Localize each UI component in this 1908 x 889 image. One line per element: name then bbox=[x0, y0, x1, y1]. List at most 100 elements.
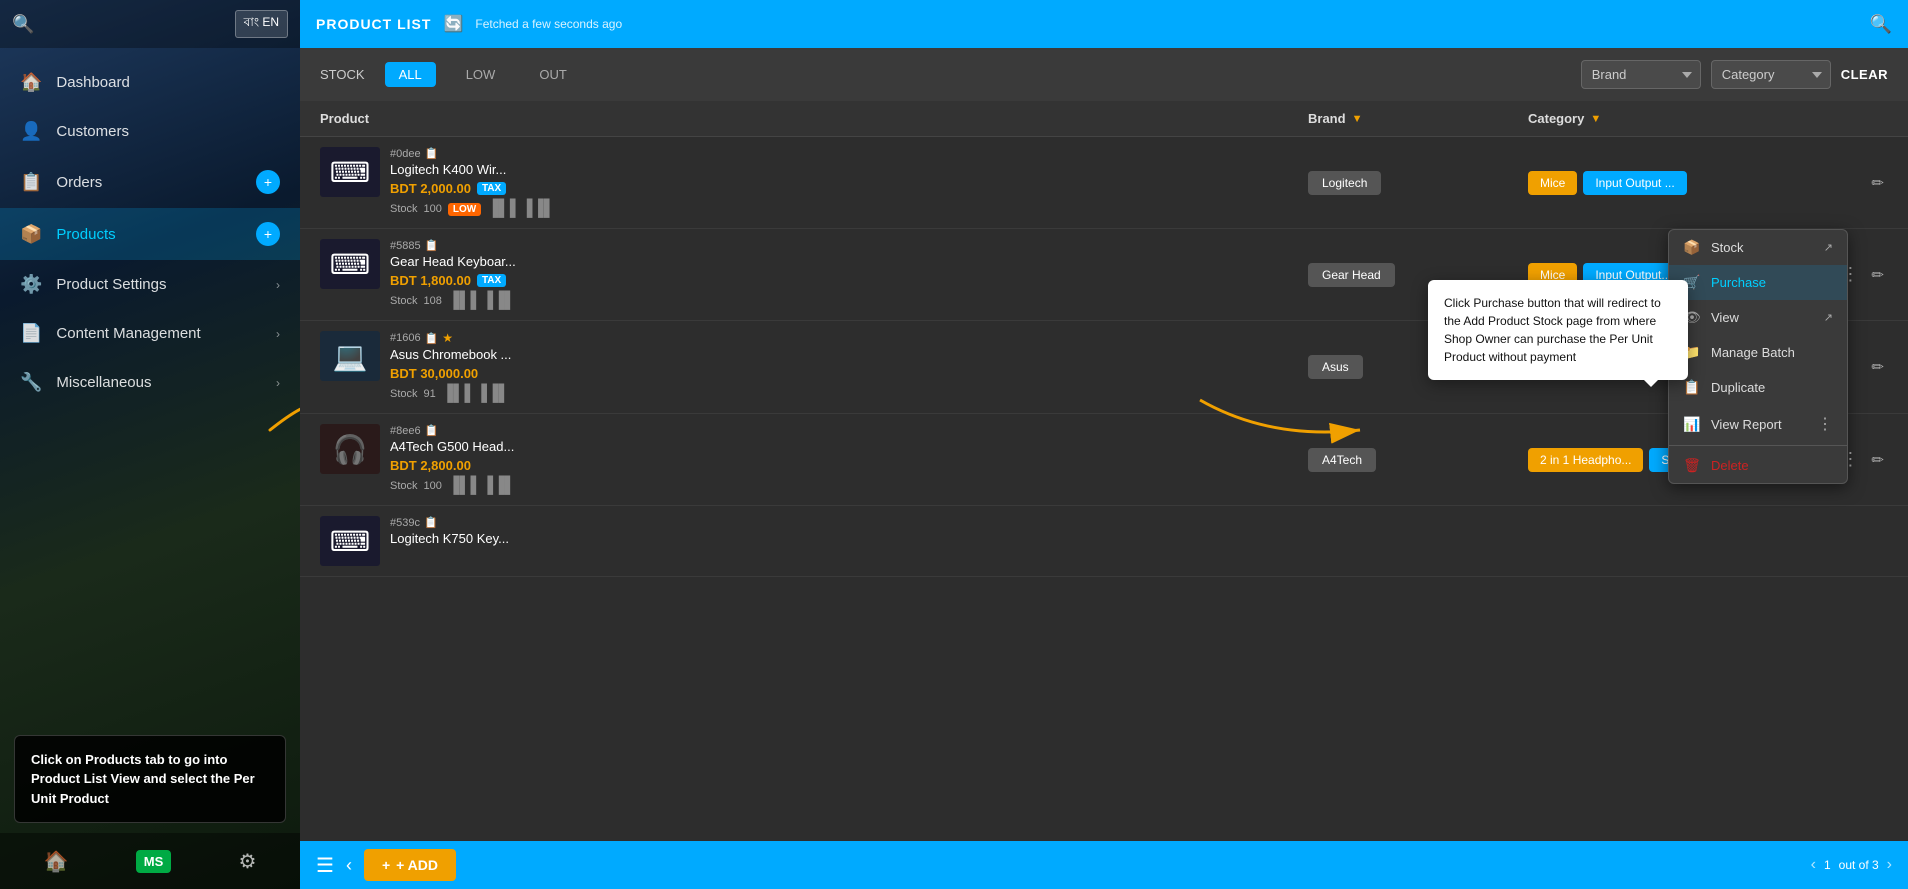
star-icon-2: ★ bbox=[442, 331, 453, 345]
page-total: out of 3 bbox=[1839, 858, 1879, 872]
copy-icon-2[interactable]: 📋 bbox=[425, 332, 439, 345]
filter-dropdowns: Brand Category CLEAR bbox=[1581, 60, 1888, 89]
home-bottom-icon[interactable]: 🏠 bbox=[44, 849, 69, 874]
sidebar-item-products[interactable]: 📦 Products + bbox=[0, 208, 300, 260]
ctx-stock[interactable]: 📦 Stock ↗ bbox=[1669, 230, 1847, 265]
product-thumb-1: ⌨ bbox=[320, 239, 380, 289]
copy-icon-1[interactable]: 📋 bbox=[425, 239, 439, 252]
sidebar-item-content-management[interactable]: 📄 Content Management › bbox=[0, 309, 300, 358]
table-row: ⌨ #0dee 📋 Logitech K400 Wir... BDT 2,000… bbox=[300, 137, 1908, 229]
col-product: Product bbox=[320, 111, 1308, 126]
product-sku-0: #0dee 📋 bbox=[390, 147, 555, 160]
ctx-view[interactable]: 👁 View ↗ bbox=[1669, 300, 1847, 335]
ctx-manage-batch[interactable]: 📁 Manage Batch bbox=[1669, 335, 1847, 370]
stock-info-2: Stock 91 ▐▌▌▐▐▌ bbox=[390, 385, 511, 403]
back-button[interactable]: ‹ bbox=[346, 855, 352, 876]
language-button[interactable]: বাং EN bbox=[235, 10, 288, 38]
stock-label: STOCK bbox=[320, 67, 365, 82]
sidebar-top: 🔍 বাং EN bbox=[0, 0, 300, 48]
edit-button-0[interactable]: ✏ bbox=[1867, 170, 1888, 196]
products-add-button[interactable]: + bbox=[256, 222, 280, 246]
col-category: Category ▼ bbox=[1528, 111, 1828, 126]
sidebar-item-customers[interactable]: 👤 Customers bbox=[0, 107, 300, 156]
barcode-icon-1: ▐▌▌▐▐▌ bbox=[448, 292, 516, 310]
sidebar-item-miscellaneous[interactable]: 🔧 Miscellaneous › bbox=[0, 358, 300, 407]
col-actions bbox=[1828, 111, 1888, 126]
category-cell-0: Mice Input Output ... bbox=[1528, 171, 1828, 195]
external-link-icon: ↗ bbox=[1824, 241, 1833, 254]
product-settings-icon: ⚙️ bbox=[20, 274, 42, 295]
ctx-duplicate[interactable]: 📋 Duplicate bbox=[1669, 370, 1847, 405]
bottombar: ☰ ‹ + + ADD ‹ 1 out of 3 › bbox=[300, 841, 1908, 889]
copy-icon-3[interactable]: 📋 bbox=[425, 424, 439, 437]
product-name-4: Logitech K750 Key... bbox=[390, 531, 509, 546]
brand-tag-0: Logitech bbox=[1308, 171, 1381, 195]
brand-cell-3: A4Tech bbox=[1308, 448, 1528, 472]
edit-button-1[interactable]: ✏ bbox=[1867, 262, 1888, 288]
row-actions-0: ✏ bbox=[1828, 170, 1888, 196]
settings-bottom-icon[interactable]: ⚙ bbox=[238, 849, 256, 874]
pagination: ‹ 1 out of 3 › bbox=[1811, 856, 1892, 874]
product-name-3: A4Tech G500 Head... bbox=[390, 439, 516, 454]
add-icon: + bbox=[382, 857, 390, 873]
category-filter-icon[interactable]: ▼ bbox=[1590, 113, 1601, 125]
brand-filter-icon[interactable]: ▼ bbox=[1352, 113, 1363, 125]
ctx-view-report[interactable]: 📊 View Report ⋮ bbox=[1669, 405, 1847, 443]
product-info-0: #0dee 📋 Logitech K400 Wir... BDT 2,000.0… bbox=[390, 147, 555, 218]
sidebar-item-dashboard[interactable]: 🏠 Dashboard bbox=[0, 58, 300, 107]
table-header: Product Brand ▼ Category ▼ bbox=[300, 101, 1908, 137]
copy-icon-4[interactable]: 📋 bbox=[424, 516, 438, 529]
barcode-icon-0: ▐▌▌▐▐▌ bbox=[487, 200, 555, 218]
sidebar-tooltip: Click on Products tab to go into Product… bbox=[14, 735, 286, 824]
sidebar-item-orders[interactable]: 📋 Orders + bbox=[0, 156, 300, 208]
purchase-tooltip: Click Purchase button that will redirect… bbox=[1428, 280, 1688, 380]
edit-button-3[interactable]: ✏ bbox=[1867, 447, 1888, 473]
prev-page-button[interactable]: ‹ bbox=[1811, 856, 1816, 874]
products-icon: 📦 bbox=[20, 224, 42, 245]
sidebar-item-product-settings[interactable]: ⚙️ Product Settings › bbox=[0, 260, 300, 309]
low-badge-0: LOW bbox=[448, 203, 481, 216]
category-filter-select[interactable]: Category bbox=[1711, 60, 1831, 89]
copy-icon-0[interactable]: 📋 bbox=[425, 147, 439, 160]
brand-tag-3: A4Tech bbox=[1308, 448, 1376, 472]
orders-add-button[interactable]: + bbox=[256, 170, 280, 194]
edit-button-2[interactable]: ✏ bbox=[1867, 354, 1888, 380]
product-info-4: #539c 📋 Logitech K750 Key... bbox=[390, 516, 509, 546]
ctx-divider bbox=[1669, 445, 1847, 446]
clear-button[interactable]: CLEAR bbox=[1841, 67, 1888, 82]
product-info-3: #8ee6 📋 A4Tech G500 Head... BDT 2,800.00… bbox=[390, 424, 516, 495]
ctx-purchase[interactable]: 🛒 Purchase bbox=[1669, 265, 1847, 300]
next-page-button[interactable]: › bbox=[1887, 856, 1892, 874]
add-product-button[interactable]: + + ADD bbox=[364, 849, 456, 881]
customers-icon: 👤 bbox=[20, 121, 42, 142]
product-name-2: Asus Chromebook ... bbox=[390, 347, 511, 362]
sidebar-bottom: 🏠 MS ⚙ bbox=[0, 833, 300, 889]
sidebar-item-label-misc: Miscellaneous bbox=[56, 374, 262, 391]
refresh-icon[interactable]: 🔄 bbox=[443, 14, 463, 34]
chevron-right-icon-2: › bbox=[276, 327, 280, 341]
stock-out-button[interactable]: OUT bbox=[525, 62, 580, 87]
stock-all-btn[interactable]: ALL bbox=[385, 62, 436, 87]
sidebar-item-label-orders: Orders bbox=[56, 174, 242, 191]
chevron-right-icon: › bbox=[276, 278, 280, 292]
ctx-duplicate-label: Duplicate bbox=[1711, 380, 1765, 395]
ms-button[interactable]: MS bbox=[136, 850, 172, 873]
brand-filter-select[interactable]: Brand bbox=[1581, 60, 1701, 89]
brand-cell-0: Logitech bbox=[1308, 171, 1528, 195]
misc-icon: 🔧 bbox=[20, 372, 42, 393]
stock-info-1: Stock 108 ▐▌▌▐▐▌ bbox=[390, 292, 516, 310]
topbar: PRODUCT LIST 🔄 Fetched a few seconds ago… bbox=[300, 0, 1908, 48]
stock-low-button[interactable]: LOW bbox=[452, 62, 510, 87]
fetched-timestamp: Fetched a few seconds ago bbox=[475, 17, 622, 31]
hamburger-menu-button[interactable]: ☰ bbox=[316, 853, 334, 878]
external-link-icon-2: ↗ bbox=[1824, 311, 1833, 324]
add-label: + ADD bbox=[396, 857, 438, 873]
search-icon[interactable]: 🔍 bbox=[1870, 14, 1892, 35]
report-ctx-icon: 📊 bbox=[1683, 416, 1701, 433]
product-sku-3: #8ee6 📋 bbox=[390, 424, 516, 437]
sidebar-search-button[interactable]: 🔍 bbox=[12, 14, 34, 35]
ctx-delete[interactable]: 🗑 Delete bbox=[1669, 448, 1847, 483]
delete-ctx-icon: 🗑 bbox=[1683, 457, 1701, 474]
product-info-1: #5885 📋 Gear Head Keyboar... BDT 1,800.0… bbox=[390, 239, 516, 310]
orders-icon: 📋 bbox=[20, 172, 42, 193]
